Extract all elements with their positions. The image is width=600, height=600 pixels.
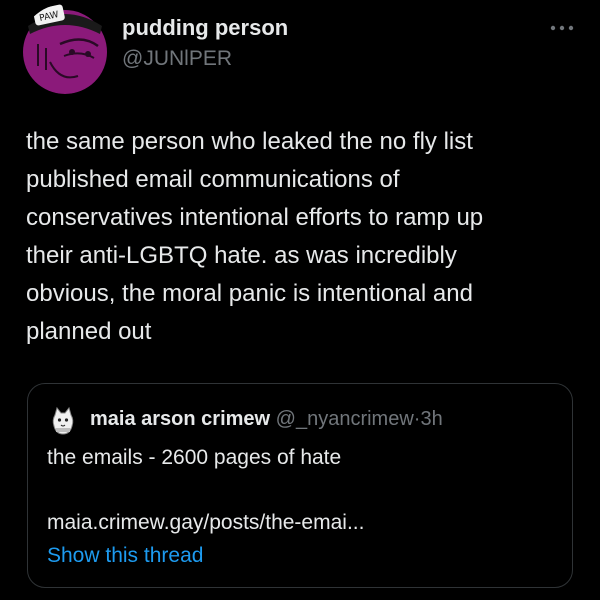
author-avatar[interactable]: PAW bbox=[20, 4, 110, 94]
quoted-tweet-link[interactable]: maia.crimew.gay/posts/the-emai... bbox=[47, 511, 364, 535]
author-display-name[interactable]: pudding person bbox=[122, 15, 288, 41]
tweet-text: the same person who leaked the no fly li… bbox=[26, 128, 484, 345]
more-horizontal-icon bbox=[550, 25, 574, 31]
quoted-tweet-header: maia arson crimew @_nyancrimew·3h bbox=[90, 408, 443, 431]
quoted-timestamp[interactable]: 3h bbox=[420, 408, 442, 430]
quoted-author-name[interactable]: maia arson crimew bbox=[90, 408, 270, 430]
more-options-button[interactable] bbox=[548, 20, 576, 36]
quoted-tweet-text: the emails - 2600 pages of hate bbox=[47, 446, 342, 469]
quoted-author-handle: @_nyancrimew bbox=[275, 408, 414, 430]
author-handle: @JUNlPER bbox=[122, 47, 232, 70]
purple-character-avatar-icon: PAW bbox=[20, 4, 110, 94]
quoted-tweet-card[interactable]: maia arson crimew @_nyancrimew·3h the em… bbox=[27, 383, 573, 588]
tweet[interactable]: PAW pudding person @JUNlPER the same per… bbox=[0, 0, 600, 600]
show-thread-link[interactable]: Show this thread bbox=[47, 544, 203, 568]
cat-avatar-icon bbox=[52, 406, 74, 435]
